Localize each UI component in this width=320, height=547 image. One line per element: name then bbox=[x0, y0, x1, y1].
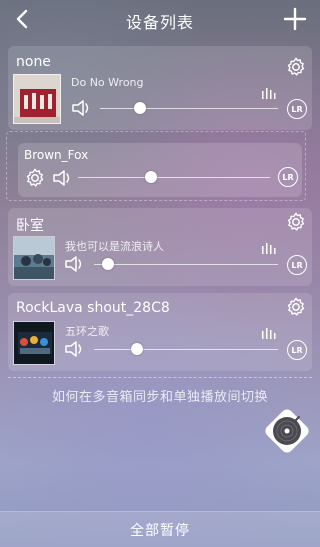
gear-icon bbox=[26, 168, 44, 187]
help-link[interactable]: 如何在多音箱同步和单独播放间切换 bbox=[0, 386, 320, 405]
settings-button[interactable] bbox=[24, 167, 46, 189]
vinyl-record-icon bbox=[265, 409, 309, 453]
plus-icon bbox=[283, 7, 307, 31]
equalizer-icon bbox=[262, 84, 276, 99]
volume-slider-track[interactable] bbox=[94, 264, 278, 265]
equalizer-icon bbox=[262, 239, 276, 254]
song-title: Do No Wrong bbox=[71, 76, 144, 89]
album-art-image bbox=[14, 322, 54, 364]
header: 设备列表 bbox=[0, 0, 320, 38]
volume-button[interactable] bbox=[51, 168, 73, 188]
volume-slider-knob[interactable] bbox=[131, 343, 143, 355]
page-title: 设备列表 bbox=[125, 13, 194, 32]
lr-button[interactable]: LR bbox=[287, 255, 307, 275]
lr-button[interactable]: LR bbox=[287, 99, 307, 119]
pause-all-label: 全部暂停 bbox=[130, 522, 190, 539]
device-card[interactable]: Brown_Fox LR bbox=[18, 143, 302, 197]
settings-button[interactable] bbox=[285, 211, 307, 233]
volume-slider-track[interactable] bbox=[100, 108, 278, 109]
device-name: none bbox=[16, 54, 51, 70]
divider bbox=[8, 377, 312, 378]
album-art bbox=[13, 321, 55, 365]
lr-button[interactable]: LR bbox=[278, 167, 298, 187]
album-art bbox=[13, 236, 55, 280]
now-playing-button[interactable] bbox=[261, 405, 313, 457]
speaker-icon bbox=[53, 170, 70, 186]
speaker-icon bbox=[65, 341, 82, 357]
gear-icon bbox=[287, 297, 305, 316]
volume-slider-knob[interactable] bbox=[102, 258, 114, 270]
lr-button[interactable]: LR bbox=[287, 340, 307, 360]
device-name: RockLava shout_28C8 bbox=[16, 300, 170, 316]
device-name: 卧室 bbox=[16, 218, 44, 234]
speaker-icon bbox=[65, 256, 82, 272]
album-art bbox=[13, 74, 61, 124]
gear-icon bbox=[287, 212, 305, 231]
device-card[interactable]: none Do No Wrong LR bbox=[8, 46, 312, 130]
album-art-image bbox=[14, 237, 54, 279]
gear-icon bbox=[287, 57, 305, 76]
settings-button[interactable] bbox=[285, 56, 307, 78]
settings-button[interactable] bbox=[285, 296, 307, 318]
album-art-image bbox=[14, 75, 60, 123]
device-card[interactable]: 卧室 我也可以是流浪诗人 LR bbox=[8, 208, 312, 286]
volume-slider-knob[interactable] bbox=[134, 102, 146, 114]
volume-button[interactable] bbox=[63, 339, 85, 359]
volume-slider-track[interactable] bbox=[94, 349, 278, 350]
volume-button[interactable] bbox=[63, 254, 85, 274]
song-title: 我也可以是流浪诗人 bbox=[65, 240, 164, 253]
speaker-icon bbox=[72, 100, 89, 116]
pause-all-button[interactable]: 全部暂停 bbox=[0, 511, 320, 547]
volume-slider-track[interactable] bbox=[78, 177, 270, 178]
volume-slider-knob[interactable] bbox=[145, 171, 157, 183]
volume-button[interactable] bbox=[70, 98, 92, 118]
device-name: Brown_Fox bbox=[24, 148, 89, 162]
device-card[interactable]: RockLava shout_28C8 五环之歌 LR bbox=[8, 293, 312, 371]
equalizer-icon bbox=[262, 324, 276, 339]
add-device-button[interactable] bbox=[282, 6, 308, 32]
song-title: 五环之歌 bbox=[65, 325, 109, 338]
